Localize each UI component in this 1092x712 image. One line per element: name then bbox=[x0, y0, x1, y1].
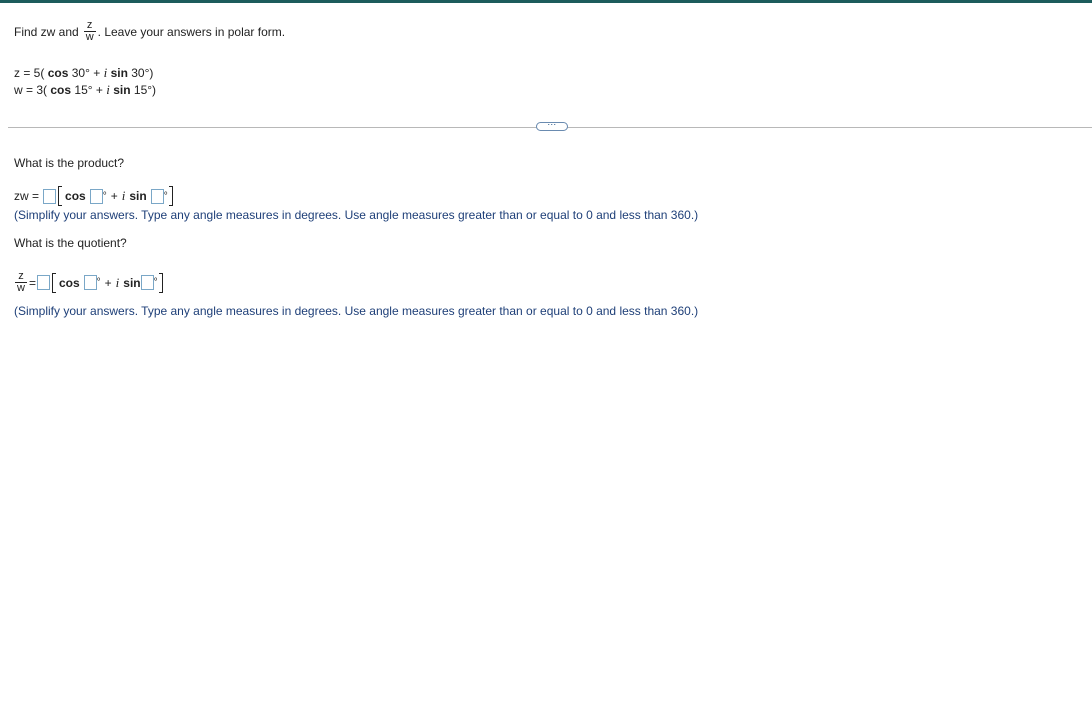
quotient-answer-row: z w = cos ° + i sin ° bbox=[14, 271, 163, 294]
fraction-numerator: z bbox=[18, 270, 24, 282]
z-over-w-fraction: z w bbox=[83, 19, 96, 43]
z-angle-cos: 30° bbox=[71, 66, 90, 80]
w-angle-cos: 15° bbox=[74, 83, 93, 97]
product-plus: + bbox=[110, 189, 118, 203]
given-z: z = 5( cos 30° + i sin 30°) bbox=[14, 65, 153, 81]
z-prefix: z = 5( bbox=[14, 66, 45, 80]
w-angle-sin: 15°) bbox=[133, 83, 157, 97]
quotient-cos: cos bbox=[58, 275, 80, 290]
top-accent-bar bbox=[0, 0, 1092, 3]
w-sin: sin bbox=[113, 83, 131, 97]
given-w: w = 3( cos 15° + i sin 15°) bbox=[14, 82, 156, 98]
problem-statement: Find zw and z w . Leave your answers in … bbox=[14, 20, 285, 43]
quotient-imaginary-unit: i bbox=[115, 274, 120, 290]
degree-symbol: ° bbox=[153, 277, 158, 288]
quotient-sin-angle-input[interactable] bbox=[140, 275, 154, 290]
fraction-denominator: w bbox=[85, 31, 94, 43]
quotient-sin: sin bbox=[123, 275, 141, 290]
product-sin-angle-input[interactable] bbox=[150, 188, 164, 204]
w-cos: cos bbox=[50, 83, 72, 97]
degree-symbol: ° bbox=[96, 277, 101, 288]
fraction-denominator: w bbox=[17, 282, 25, 294]
problem-text-prefix: Find zw and bbox=[14, 24, 79, 39]
product-answer-row: zw = cos ° + i sin ° bbox=[14, 186, 173, 206]
quotient-equals: = bbox=[28, 275, 36, 290]
product-instructions: (Simplify your answers. Type any angle m… bbox=[14, 208, 699, 222]
right-bracket bbox=[158, 272, 163, 293]
degree-symbol: ° bbox=[163, 190, 168, 202]
quotient-cos-angle-input[interactable] bbox=[83, 275, 97, 290]
quotient-instructions: (Simplify your answers. Type any angle m… bbox=[14, 304, 699, 318]
ellipsis-icon: ⋯ bbox=[547, 119, 557, 129]
z-cos: cos bbox=[47, 66, 69, 80]
quotient-fraction: z w bbox=[15, 271, 27, 294]
z-sin: sin bbox=[110, 66, 128, 80]
product-cos-angle-input[interactable] bbox=[89, 188, 103, 204]
fraction-numerator: z bbox=[86, 19, 93, 31]
left-bracket bbox=[58, 186, 63, 206]
quotient-modulus-input[interactable] bbox=[36, 275, 50, 290]
z-imaginary-unit: i bbox=[103, 65, 108, 80]
product-question: What is the product? bbox=[14, 156, 125, 170]
w-plus: + bbox=[95, 83, 103, 97]
z-angle-sin: 30°) bbox=[131, 66, 154, 80]
product-modulus-input[interactable] bbox=[43, 188, 57, 204]
w-imaginary-unit: i bbox=[106, 82, 110, 97]
product-imaginary-unit: i bbox=[121, 188, 126, 203]
degree-symbol: ° bbox=[102, 190, 107, 202]
quotient-plus: + bbox=[104, 275, 112, 290]
quotient-question: What is the quotient? bbox=[14, 236, 127, 250]
show-more-button[interactable]: ⋯ bbox=[536, 119, 568, 131]
problem-text-suffix: . Leave your answers in polar form. bbox=[97, 24, 286, 39]
z-plus: + bbox=[93, 66, 101, 80]
product-lhs: zw = bbox=[14, 189, 40, 203]
w-prefix: w = 3( bbox=[14, 83, 48, 97]
left-bracket bbox=[51, 272, 56, 293]
right-bracket bbox=[168, 186, 173, 206]
product-sin: sin bbox=[129, 189, 147, 203]
product-cos: cos bbox=[65, 189, 86, 203]
